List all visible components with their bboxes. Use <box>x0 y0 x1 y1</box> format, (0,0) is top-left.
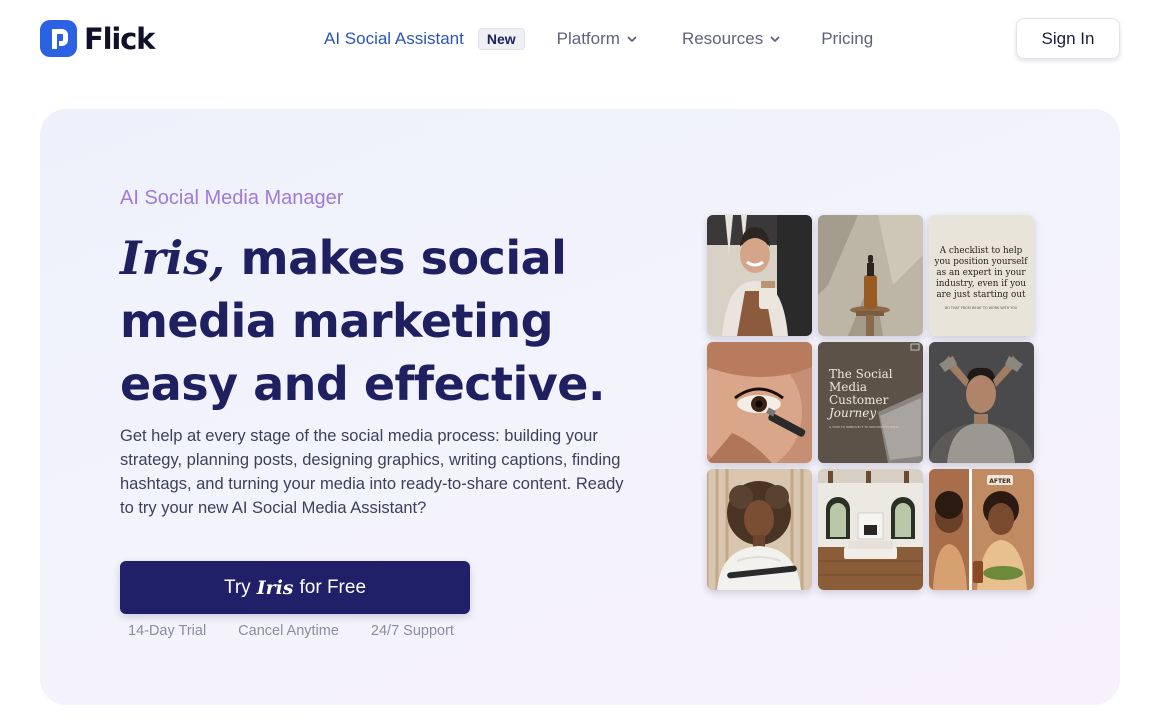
checklist-line: are just starting out <box>936 290 1026 300</box>
journey-subtitle: & HOW TO IMPROVE IT TO WIN MORE CLIENTS <box>829 425 899 429</box>
checklist-line: you position yourself <box>933 257 1028 267</box>
nav-item-label: Pricing <box>821 29 874 48</box>
woman-portrait-photo <box>707 469 812 590</box>
checklist-line: industry, even if you <box>936 279 1026 289</box>
hero-eyebrow: AI Social Media Manager <box>120 187 344 209</box>
nav-item-resources[interactable]: Resources <box>682 29 781 49</box>
serum-bottle-photo <box>818 215 923 336</box>
journey-title-line: Journey <box>826 406 876 420</box>
top-nav: Flick AI Social Assistant New Platform R… <box>0 0 1160 78</box>
perks-list: 14-Day Trial Cancel Anytime 24/7 Support <box>128 623 454 639</box>
brand-name: Flick <box>84 21 155 56</box>
makeup-closeup-photo <box>707 342 812 463</box>
headline-iris-name: Iris, <box>120 231 226 285</box>
before-after-illustration: AFTER <box>929 469 1034 590</box>
interior-room-photo <box>818 469 923 590</box>
hero-headline: Iris, makes social media marketing easy … <box>120 227 640 416</box>
after-tag: AFTER <box>989 478 1011 485</box>
nav-item-label: AI Social Assistant <box>324 29 464 48</box>
post-gallery: A checklist to help you position yoursel… <box>707 215 1034 590</box>
perk-trial: 14-Day Trial <box>128 623 207 639</box>
sign-in-button[interactable]: Sign In <box>1016 18 1120 59</box>
barista-photo <box>707 215 812 336</box>
nav-links: AI Social Assistant New Platform Resourc… <box>324 26 873 52</box>
try-iris-free-button[interactable]: Try Iris for Free <box>120 561 470 614</box>
journey-title-line: The Social <box>829 367 893 381</box>
cta-prefix: Try <box>223 576 251 598</box>
checklist-post: A checklist to help you position yoursel… <box>929 215 1034 336</box>
cta-suffix: for Free <box>299 576 367 598</box>
nav-item-pricing[interactable]: Pricing <box>821 29 873 49</box>
new-badge: New <box>477 28 525 50</box>
cta-iris-name: Iris <box>256 576 294 599</box>
flick-logo[interactable]: Flick <box>40 20 155 57</box>
flick-logo-icon <box>40 20 77 57</box>
customer-journey-post: The Social Media Customer Journey & HOW … <box>818 342 923 463</box>
journey-title-line: Media <box>829 380 867 394</box>
checklist-line: as an expert in your <box>936 268 1026 278</box>
nav-item-ai-social-assistant[interactable]: AI Social Assistant New <box>324 28 525 50</box>
perk-cancel: Cancel Anytime <box>238 623 339 639</box>
hero-description: Get help at every stage of the social me… <box>120 427 624 517</box>
perk-support: 24/7 Support <box>370 623 454 639</box>
nav-item-label: Platform <box>556 29 620 48</box>
checklist-line: A checklist to help <box>939 246 1023 256</box>
nav-item-label: Resources <box>681 29 764 48</box>
nav-item-platform[interactable]: Platform <box>557 29 638 49</box>
chevron-down-icon <box>770 36 780 42</box>
chevron-down-icon <box>627 36 637 42</box>
journey-title-line: Customer <box>829 393 889 407</box>
hero-section: AI Social Media Manager Iris, makes soci… <box>40 109 1120 705</box>
man-portrait-photo <box>929 342 1034 463</box>
checklist-footer: DO THAT FROM WHAT TO WORK WITH YOU <box>945 306 1018 310</box>
